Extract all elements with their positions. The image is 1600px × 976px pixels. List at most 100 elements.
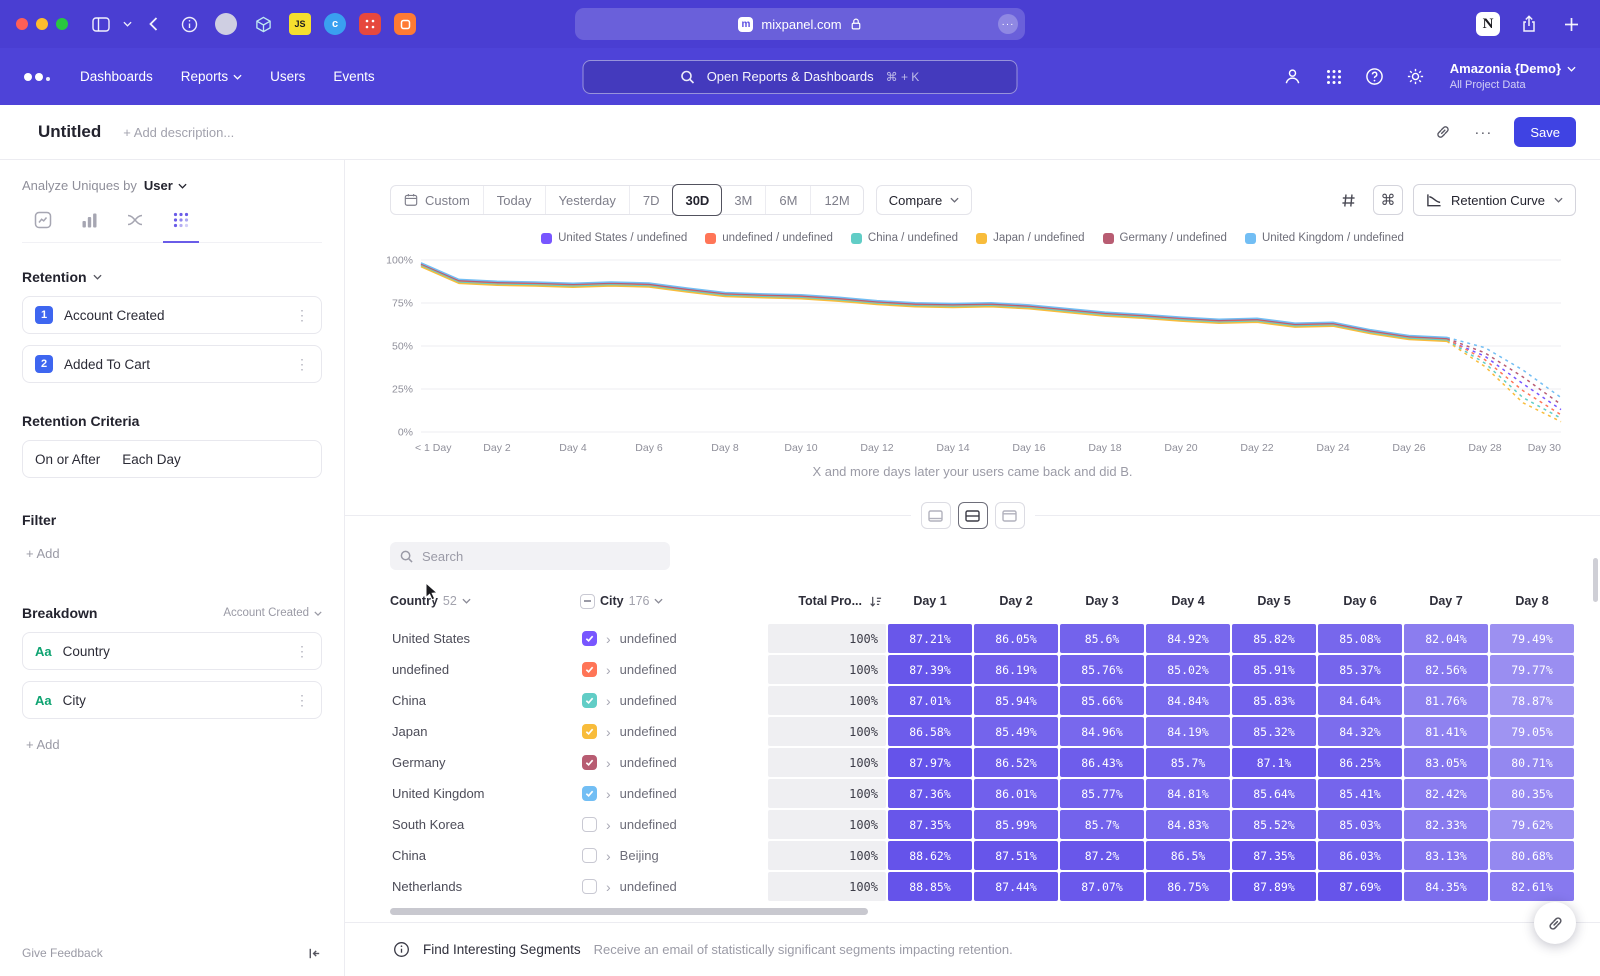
save-button[interactable]: Save [1514, 117, 1576, 147]
nav-item-dashboards[interactable]: Dashboards [80, 69, 153, 84]
kebab-menu-icon[interactable]: ⋮ [295, 307, 309, 324]
kebab-menu-icon[interactable]: ⋮ [295, 356, 309, 373]
retention-value-cell[interactable]: 88.85% [888, 872, 972, 901]
retention-value-cell[interactable]: 86.25% [1318, 748, 1402, 777]
day-column-header[interactable]: Day 7 [1404, 594, 1488, 608]
day-column-header[interactable]: Day 5 [1232, 594, 1316, 608]
criteria-on-or-after[interactable]: On or After [35, 452, 100, 467]
date-range-3m[interactable]: 3M [721, 186, 766, 214]
red-app-extension-icon[interactable] [359, 13, 381, 35]
expand-row-icon[interactable]: › [606, 663, 611, 677]
sidebar-toggle-icon[interactable] [88, 11, 114, 37]
retention-value-cell[interactable]: 85.94% [974, 686, 1058, 715]
retention-value-cell[interactable]: 86.58% [888, 717, 972, 746]
retention-value-cell[interactable]: 82.04% [1404, 624, 1488, 653]
retention-value-cell[interactable]: 79.77% [1490, 655, 1574, 684]
expand-row-icon[interactable]: › [606, 787, 611, 801]
annotations-hash-button[interactable] [1333, 185, 1363, 215]
date-range-yesterday[interactable]: Yesterday [546, 186, 630, 214]
info-extension-icon[interactable] [176, 11, 202, 37]
global-search[interactable]: Open Reports & Dashboards ⌘ + K [583, 60, 1018, 94]
kebab-menu-icon[interactable]: ⋮ [295, 643, 309, 660]
circle-extension-icon[interactable] [215, 13, 237, 35]
vertical-scrollbar[interactable] [1593, 558, 1598, 602]
day-column-header[interactable]: Day 8 [1490, 594, 1574, 608]
criteria-each-day[interactable]: Each Day [122, 452, 181, 467]
retention-value-cell[interactable]: 85.08% [1318, 624, 1402, 653]
date-range-6m[interactable]: 6M [766, 186, 811, 214]
retention-value-cell[interactable]: 86.01% [974, 779, 1058, 808]
retention-value-cell[interactable]: 85.66% [1060, 686, 1144, 715]
retention-value-cell[interactable]: 85.37% [1318, 655, 1402, 684]
breakdown-country[interactable]: Aa Country ⋮ [22, 632, 322, 670]
retention-value-cell[interactable]: 79.62% [1490, 810, 1574, 839]
retention-value-cell[interactable]: 84.19% [1146, 717, 1230, 746]
retention-value-cell[interactable]: 85.7% [1060, 810, 1144, 839]
day-column-header[interactable]: Day 6 [1318, 594, 1402, 608]
share-icon[interactable] [1516, 11, 1542, 37]
zoom-window-button[interactable] [56, 18, 68, 30]
retention-value-cell[interactable]: 87.97% [888, 748, 972, 777]
retention-value-cell[interactable]: 82.33% [1404, 810, 1488, 839]
expand-row-icon[interactable]: › [606, 849, 611, 863]
expand-row-icon[interactable]: › [606, 818, 611, 832]
retention-value-cell[interactable]: 87.44% [974, 872, 1058, 901]
row-checkbox[interactable] [582, 724, 597, 739]
retention-value-cell[interactable]: 85.82% [1232, 624, 1316, 653]
nav-item-users[interactable]: Users [270, 69, 305, 84]
retention-value-cell[interactable]: 86.19% [974, 655, 1058, 684]
retention-value-cell[interactable]: 82.61% [1490, 872, 1574, 901]
retention-value-cell[interactable]: 80.71% [1490, 748, 1574, 777]
minimize-window-button[interactable] [36, 18, 48, 30]
add-filter-button[interactable]: + Add [22, 546, 60, 561]
retention-value-cell[interactable]: 83.05% [1404, 748, 1488, 777]
orange-app-extension-icon[interactable] [394, 13, 416, 35]
date-range-7d[interactable]: 7D [630, 186, 674, 214]
row-checkbox[interactable] [582, 662, 597, 677]
retention-value-cell[interactable]: 87.21% [888, 624, 972, 653]
breakdown-city[interactable]: Aa City ⋮ [22, 681, 322, 719]
retention-value-cell[interactable]: 85.41% [1318, 779, 1402, 808]
retention-value-cell[interactable]: 87.69% [1318, 872, 1402, 901]
copy-link-icon[interactable] [1434, 123, 1452, 141]
row-checkbox[interactable] [582, 693, 597, 708]
day-column-header[interactable]: Day 1 [888, 594, 972, 608]
legend-item[interactable]: United States / undefined [541, 232, 687, 244]
retention-value-cell[interactable]: 85.76% [1060, 655, 1144, 684]
kebab-menu-icon[interactable]: ⋮ [295, 692, 309, 709]
mixpanel-logo[interactable] [24, 73, 50, 81]
day-column-header[interactable]: Day 2 [974, 594, 1058, 608]
cube-extension-icon[interactable] [250, 11, 276, 37]
retention-value-cell[interactable]: 87.35% [1232, 841, 1316, 870]
city-column-header[interactable]: City 176 [580, 594, 766, 609]
retention-value-cell[interactable]: 85.99% [974, 810, 1058, 839]
row-checkbox[interactable] [582, 848, 597, 863]
retention-value-cell[interactable]: 85.6% [1060, 624, 1144, 653]
table-search-input[interactable]: Search [390, 542, 670, 570]
expand-row-icon[interactable]: › [606, 694, 611, 708]
retention-value-cell[interactable]: 84.35% [1404, 872, 1488, 901]
row-checkbox[interactable] [582, 755, 597, 770]
tab-flows[interactable] [120, 207, 150, 233]
tab-retention[interactable] [166, 207, 196, 233]
retention-value-cell[interactable]: 80.35% [1490, 779, 1574, 808]
gear-icon[interactable] [1405, 66, 1427, 88]
retention-value-cell[interactable]: 82.42% [1404, 779, 1488, 808]
legend-item[interactable]: United Kingdom / undefined [1245, 232, 1404, 244]
retention-value-cell[interactable]: 87.39% [888, 655, 972, 684]
keyboard-shortcuts-button[interactable]: ⌘ [1373, 185, 1403, 215]
retention-value-cell[interactable]: 85.49% [974, 717, 1058, 746]
total-column-header[interactable]: Total Pro... [768, 594, 886, 608]
retention-value-cell[interactable]: 82.56% [1404, 655, 1488, 684]
help-icon[interactable] [1364, 66, 1386, 88]
legend-item[interactable]: undefined / undefined [705, 232, 833, 244]
retention-value-cell[interactable]: 81.76% [1404, 686, 1488, 715]
retention-value-cell[interactable]: 84.83% [1146, 810, 1230, 839]
page-title[interactable]: Untitled [38, 122, 101, 142]
retention-value-cell[interactable]: 81.41% [1404, 717, 1488, 746]
expand-row-icon[interactable]: › [606, 632, 611, 646]
expand-row-icon[interactable]: › [606, 725, 611, 739]
retention-value-cell[interactable]: 87.1% [1232, 748, 1316, 777]
retention-value-cell[interactable]: 84.84% [1146, 686, 1230, 715]
retention-value-cell[interactable]: 85.03% [1318, 810, 1402, 839]
